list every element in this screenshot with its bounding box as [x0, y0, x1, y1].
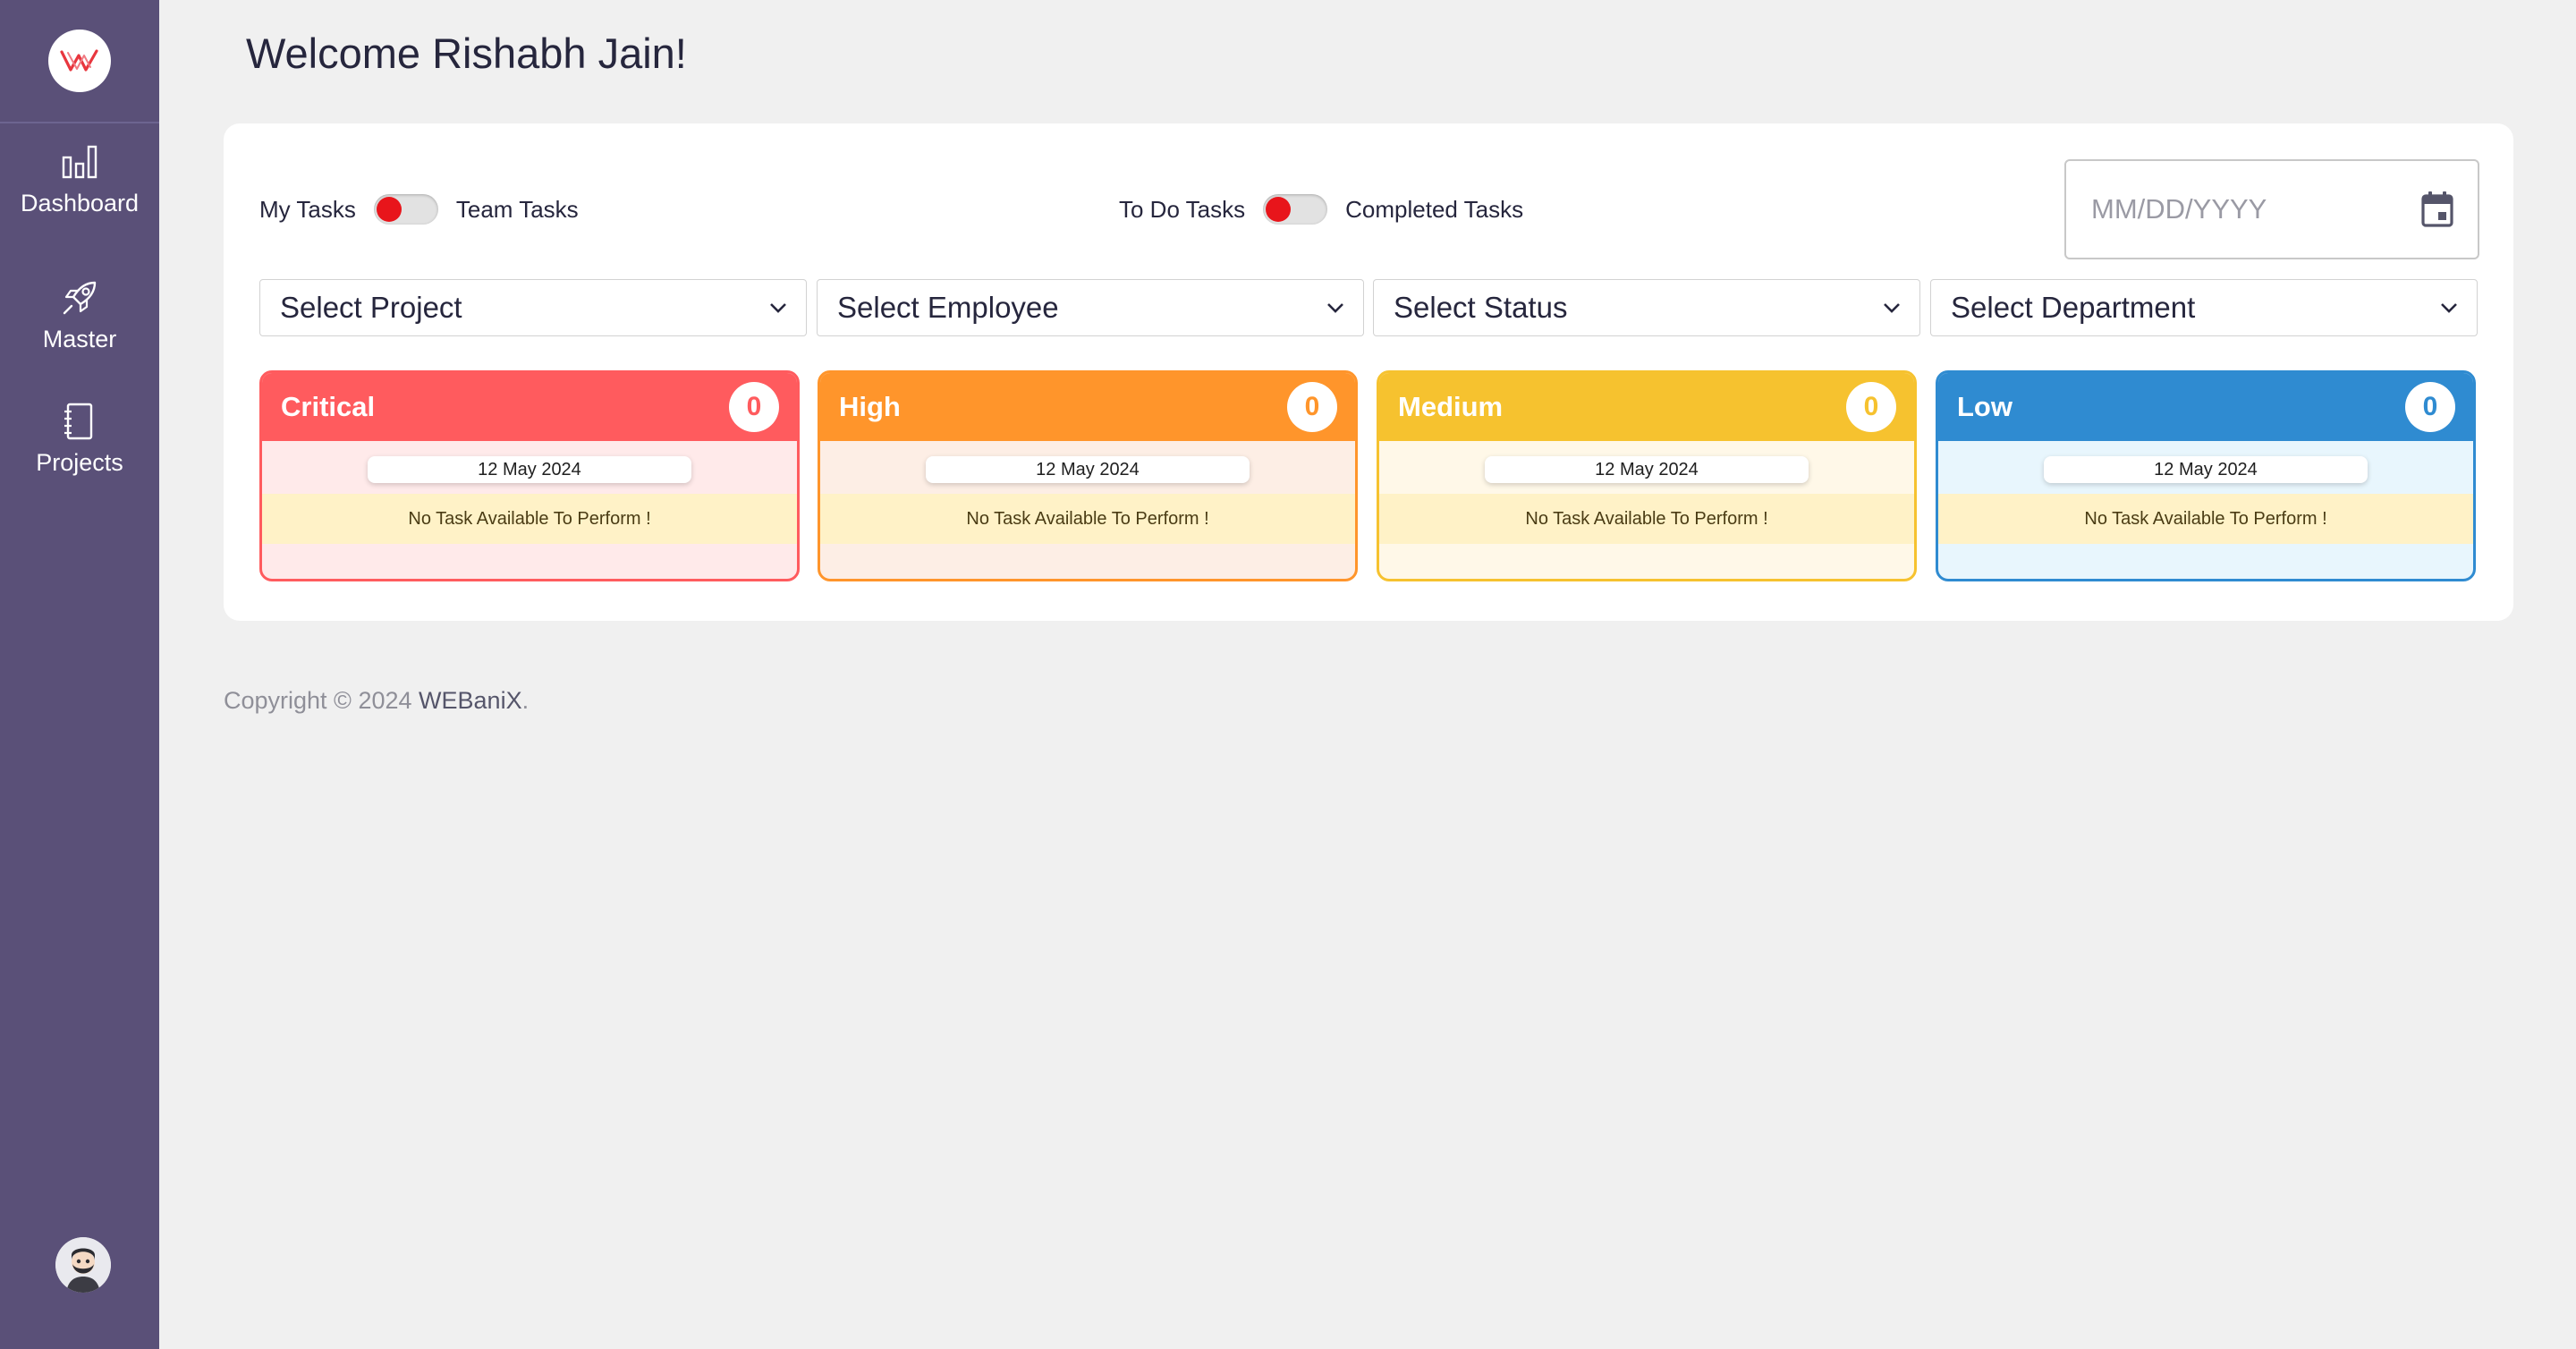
card-header: Medium 0: [1379, 373, 1914, 441]
chevron-down-icon: [1327, 303, 1343, 313]
card-header: Critical 0: [262, 373, 797, 441]
date-placeholder: MM/DD/YYYY: [2091, 193, 2267, 225]
my-tasks-label: My Tasks: [259, 195, 356, 223]
sidebar-item-master[interactable]: Master: [0, 277, 159, 353]
sidebar-item-label: Master: [42, 326, 117, 352]
select-status-value: Select Status: [1394, 291, 1568, 324]
rocket-icon: [63, 281, 97, 315]
task-state-switch[interactable]: [1263, 194, 1328, 225]
empty-task-message: No Task Available To Perform !: [262, 494, 797, 544]
priority-card-low[interactable]: Low 0 12 May 2024 No Task Available To P…: [1936, 370, 2476, 581]
notebook-icon: [64, 403, 93, 440]
todo-tasks-label: To Do Tasks: [1119, 195, 1246, 223]
select-project-value: Select Project: [280, 291, 462, 324]
webanix-logo[interactable]: [48, 30, 111, 92]
sidebar-item-projects[interactable]: Projects: [0, 401, 159, 477]
priority-card-high[interactable]: High 0 12 May 2024 No Task Available To …: [818, 370, 1358, 581]
copyright-text: Copyright © 2024: [224, 687, 419, 714]
sidebar: Dashboard Master Projects: [0, 0, 159, 1349]
card-date: 12 May 2024: [926, 456, 1250, 483]
card-header: High 0: [820, 373, 1355, 441]
switch-knob: [376, 197, 402, 222]
card-title: High: [839, 391, 901, 422]
completed-tasks-label: Completed Tasks: [1345, 195, 1524, 223]
task-state-toggle-group: To Do Tasks Completed Tasks: [1119, 194, 1523, 225]
calendar-icon[interactable]: [2420, 191, 2454, 228]
empty-task-message: No Task Available To Perform !: [820, 494, 1355, 544]
task-scope-switch[interactable]: [373, 194, 438, 225]
card-header: Low 0: [1938, 373, 2473, 441]
sidebar-item-label: Dashboard: [20, 190, 140, 216]
priority-card-medium[interactable]: Medium 0 12 May 2024 No Task Available T…: [1377, 370, 1917, 581]
task-count-badge: 0: [1846, 382, 1896, 432]
chevron-down-icon: [770, 303, 786, 313]
sidebar-item-dashboard[interactable]: Dashboard: [0, 141, 159, 217]
empty-task-message: No Task Available To Perform !: [1938, 494, 2473, 544]
chevron-down-icon: [1884, 303, 1900, 313]
footer: Copyright © 2024 WEBaniX.: [224, 687, 529, 715]
sidebar-item-label: Projects: [36, 449, 123, 476]
user-avatar-icon: [55, 1237, 111, 1293]
switch-knob: [1266, 197, 1292, 222]
select-status[interactable]: Select Status: [1373, 279, 1920, 336]
bar-chart-icon: [62, 145, 97, 179]
logo-area: [0, 0, 159, 123]
team-tasks-label: Team Tasks: [455, 195, 579, 223]
webanix-logo-icon: [60, 49, 98, 72]
card-date: 12 May 2024: [368, 456, 691, 483]
task-count-badge: 0: [2405, 382, 2455, 432]
priority-card-critical[interactable]: Critical 0 12 May 2024 No Task Available…: [259, 370, 800, 581]
brand-link[interactable]: WEBaniX: [419, 687, 522, 714]
select-employee[interactable]: Select Employee: [817, 279, 1364, 336]
page-title: Welcome Rishabh Jain!: [246, 30, 687, 77]
card-title: Critical: [281, 391, 376, 422]
date-picker-input[interactable]: MM/DD/YYYY: [2064, 159, 2479, 259]
footer-suffix: .: [521, 687, 530, 714]
select-employee-value: Select Employee: [837, 291, 1059, 324]
tasks-panel: My Tasks Team Tasks To Do Tasks Complete…: [224, 123, 2513, 621]
card-date: 12 May 2024: [1485, 456, 1809, 483]
card-title: Medium: [1398, 391, 1504, 422]
select-department-value: Select Department: [1951, 291, 2196, 324]
select-project[interactable]: Select Project: [259, 279, 807, 336]
card-title: Low: [1957, 391, 2012, 422]
user-avatar[interactable]: [55, 1237, 111, 1293]
chevron-down-icon: [2441, 303, 2457, 313]
task-count-badge: 0: [1287, 382, 1337, 432]
card-date: 12 May 2024: [2044, 456, 2368, 483]
task-count-badge: 0: [729, 382, 779, 432]
empty-task-message: No Task Available To Perform !: [1379, 494, 1914, 544]
task-scope-toggle-group: My Tasks Team Tasks: [259, 194, 579, 225]
select-department[interactable]: Select Department: [1930, 279, 2478, 336]
